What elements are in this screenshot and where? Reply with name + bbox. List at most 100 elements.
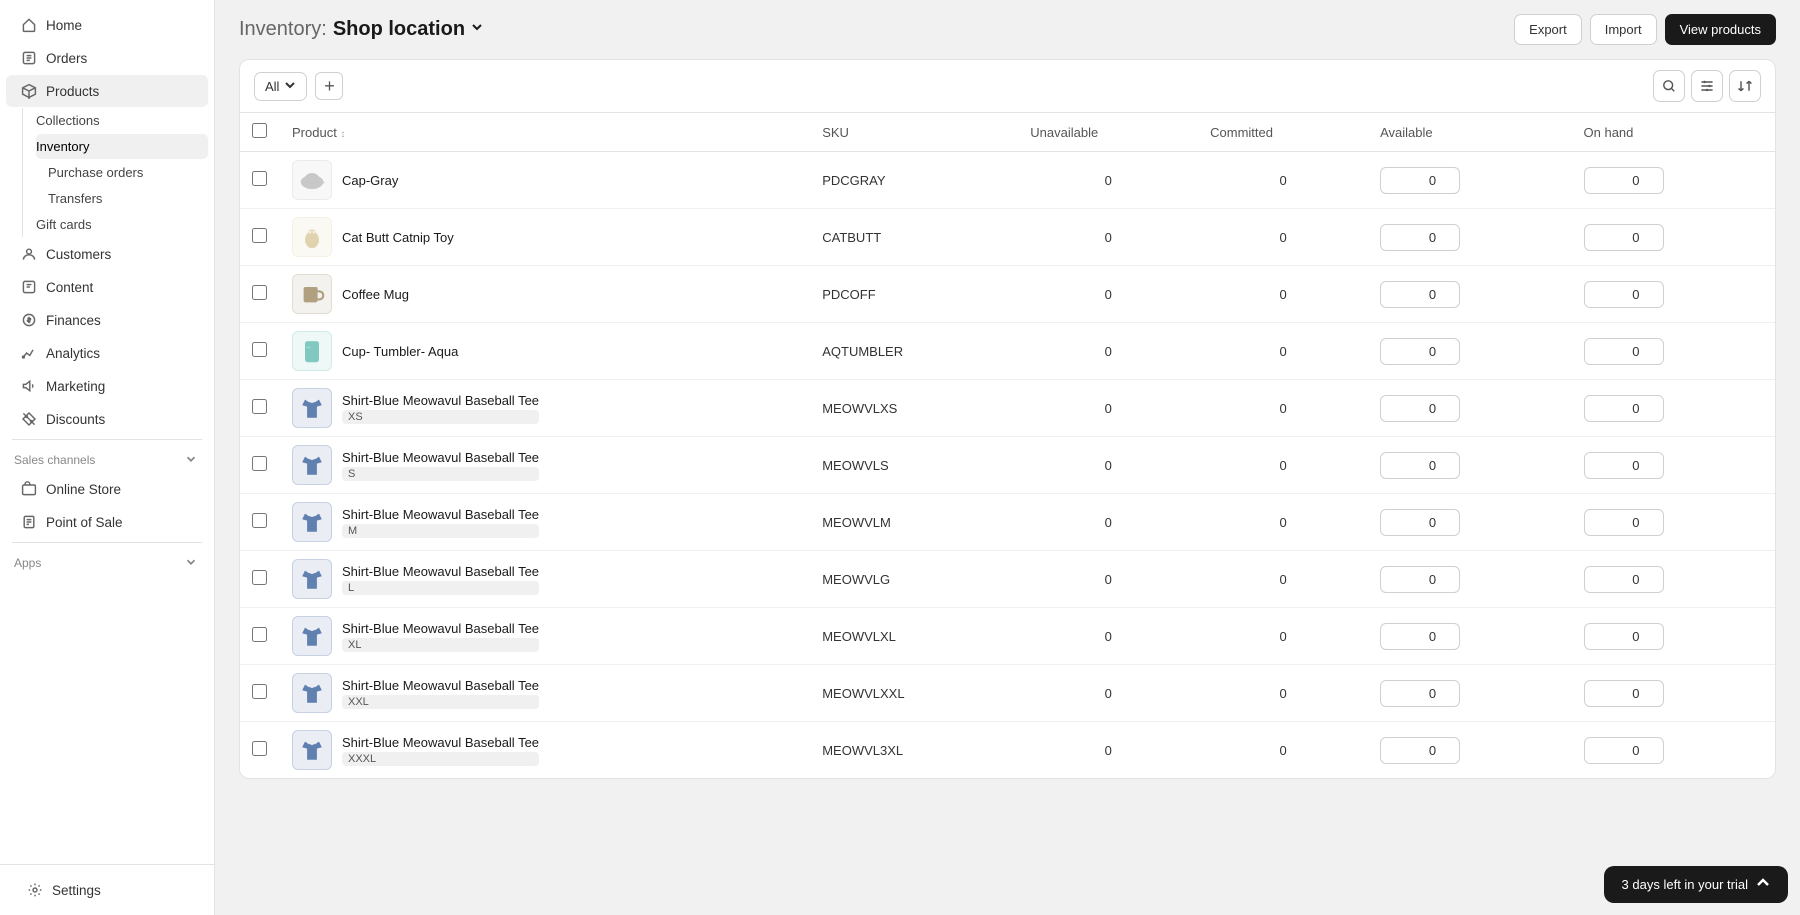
sidebar-item-purchase-orders[interactable]: Purchase orders <box>36 160 208 185</box>
row-on-hand-cell <box>1572 665 1775 722</box>
on-hand-input[interactable] <box>1584 338 1664 365</box>
row-checkbox[interactable] <box>252 513 267 528</box>
table-body: Cap-Gray PDCGRAY 0 0 <box>240 152 1775 779</box>
on-hand-input[interactable] <box>1584 395 1664 422</box>
row-checkbox-cell <box>240 437 280 494</box>
available-input[interactable] <box>1380 224 1460 251</box>
row-on-hand-cell <box>1572 494 1775 551</box>
row-checkbox[interactable] <box>252 741 267 756</box>
sidebar-item-marketing-label: Marketing <box>46 379 105 394</box>
add-filter-button[interactable]: + <box>315 72 343 100</box>
row-checkbox[interactable] <box>252 627 267 642</box>
row-checkbox[interactable] <box>252 570 267 585</box>
sidebar-item-settings[interactable]: Settings <box>12 874 202 906</box>
on-hand-input[interactable] <box>1584 167 1664 194</box>
product-thumbnail <box>292 616 332 656</box>
sort-button[interactable] <box>1729 70 1761 102</box>
sidebar-item-online-store[interactable]: Online Store <box>6 473 208 505</box>
export-button[interactable]: Export <box>1514 14 1582 45</box>
location-selector-btn[interactable]: Shop location <box>333 18 485 41</box>
sidebar-item-transfers[interactable]: Transfers <box>36 186 208 211</box>
available-input[interactable] <box>1380 338 1460 365</box>
product-name: Shirt-Blue Meowavul Baseball Tee <box>342 621 539 636</box>
available-input[interactable] <box>1380 281 1460 308</box>
available-input[interactable] <box>1380 680 1460 707</box>
sidebar-item-analytics[interactable]: Analytics <box>6 337 208 369</box>
available-input[interactable] <box>1380 167 1460 194</box>
sidebar-item-home[interactable]: Home <box>6 9 208 41</box>
sales-channels-section: Sales channels <box>0 444 214 472</box>
on-hand-input[interactable] <box>1584 566 1664 593</box>
row-checkbox-cell <box>240 722 280 779</box>
sidebar-item-content[interactable]: Content <box>6 271 208 303</box>
sidebar-item-finances[interactable]: Finances <box>6 304 208 336</box>
row-checkbox[interactable] <box>252 228 267 243</box>
filter-all-button[interactable]: All <box>254 72 307 101</box>
product-name: Shirt-Blue Meowavul Baseball Tee <box>342 678 539 693</box>
column-settings-button[interactable] <box>1691 70 1723 102</box>
row-checkbox[interactable] <box>252 342 267 357</box>
on-hand-input[interactable] <box>1584 623 1664 650</box>
on-hand-input[interactable] <box>1584 509 1664 536</box>
apps-expand-icon[interactable] <box>184 555 200 571</box>
view-products-button[interactable]: View products <box>1665 14 1776 45</box>
on-hand-input[interactable] <box>1584 452 1664 479</box>
sidebar-item-orders[interactable]: Orders <box>6 42 208 74</box>
row-checkbox[interactable] <box>252 171 267 186</box>
sidebar-item-marketing[interactable]: Marketing <box>6 370 208 402</box>
sidebar-item-products[interactable]: Products <box>6 75 208 107</box>
on-hand-input[interactable] <box>1584 737 1664 764</box>
product-variant: XXL <box>342 695 539 709</box>
sidebar-item-finances-label: Finances <box>46 313 101 328</box>
row-checkbox[interactable] <box>252 456 267 471</box>
product-thumbnail <box>292 559 332 599</box>
sidebar-item-collections[interactable]: Collections <box>36 108 208 133</box>
sidebar-item-customers-label: Customers <box>46 247 111 262</box>
available-input[interactable] <box>1380 623 1460 650</box>
table-row: Cap-Gray PDCGRAY 0 0 <box>240 152 1775 209</box>
th-product[interactable]: Product ↕ <box>280 113 810 152</box>
table-row: Shirt-Blue Meowavul Baseball Tee XXL MEO… <box>240 665 1775 722</box>
sidebar-item-gift-cards[interactable]: Gift cards <box>36 212 208 237</box>
sidebar-item-point-of-sale[interactable]: Point of Sale <box>6 506 208 538</box>
import-button[interactable]: Import <box>1590 14 1657 45</box>
available-input[interactable] <box>1380 566 1460 593</box>
row-committed-cell: 0 <box>1198 152 1368 209</box>
row-available-cell <box>1368 266 1571 323</box>
on-hand-input[interactable] <box>1584 224 1664 251</box>
on-hand-input[interactable] <box>1584 281 1664 308</box>
row-sku-cell: MEOWVLXXL <box>810 665 1018 722</box>
row-on-hand-cell <box>1572 608 1775 665</box>
on-hand-input[interactable] <box>1584 680 1664 707</box>
row-checkbox[interactable] <box>252 399 267 414</box>
product-thumbnail <box>292 388 332 428</box>
sidebar-item-customers[interactable]: Customers <box>6 238 208 270</box>
sidebar-footer: Settings <box>0 864 214 915</box>
available-input[interactable] <box>1380 737 1460 764</box>
row-product-cell: Shirt-Blue Meowavul Baseball Tee XXXL <box>280 722 810 779</box>
table-row: Cup- Tumbler- Aqua AQTUMBLER 0 0 <box>240 323 1775 380</box>
content-icon <box>20 278 38 296</box>
row-committed-cell: 0 <box>1198 209 1368 266</box>
sidebar: Home Orders Products <box>0 0 215 915</box>
row-checkbox[interactable] <box>252 684 267 699</box>
row-sku-cell: CATBUTT <box>810 209 1018 266</box>
row-checkbox[interactable] <box>252 285 267 300</box>
sidebar-item-discounts[interactable]: Discounts <box>6 403 208 435</box>
finances-icon <box>20 311 38 329</box>
row-available-cell <box>1368 323 1571 380</box>
sidebar-item-inventory[interactable]: Inventory <box>36 134 208 159</box>
product-variant: XL <box>342 638 539 652</box>
product-name: Cap-Gray <box>342 173 398 188</box>
available-input[interactable] <box>1380 452 1460 479</box>
available-input[interactable] <box>1380 509 1460 536</box>
row-available-cell <box>1368 608 1571 665</box>
select-all-checkbox[interactable] <box>252 123 267 138</box>
row-available-cell <box>1368 494 1571 551</box>
available-input[interactable] <box>1380 395 1460 422</box>
sales-channels-expand-icon[interactable] <box>184 452 200 468</box>
trial-banner[interactable]: 3 days left in your trial <box>1604 866 1788 903</box>
row-committed-cell: 0 <box>1198 380 1368 437</box>
th-checkbox <box>240 113 280 152</box>
search-button[interactable] <box>1653 70 1685 102</box>
